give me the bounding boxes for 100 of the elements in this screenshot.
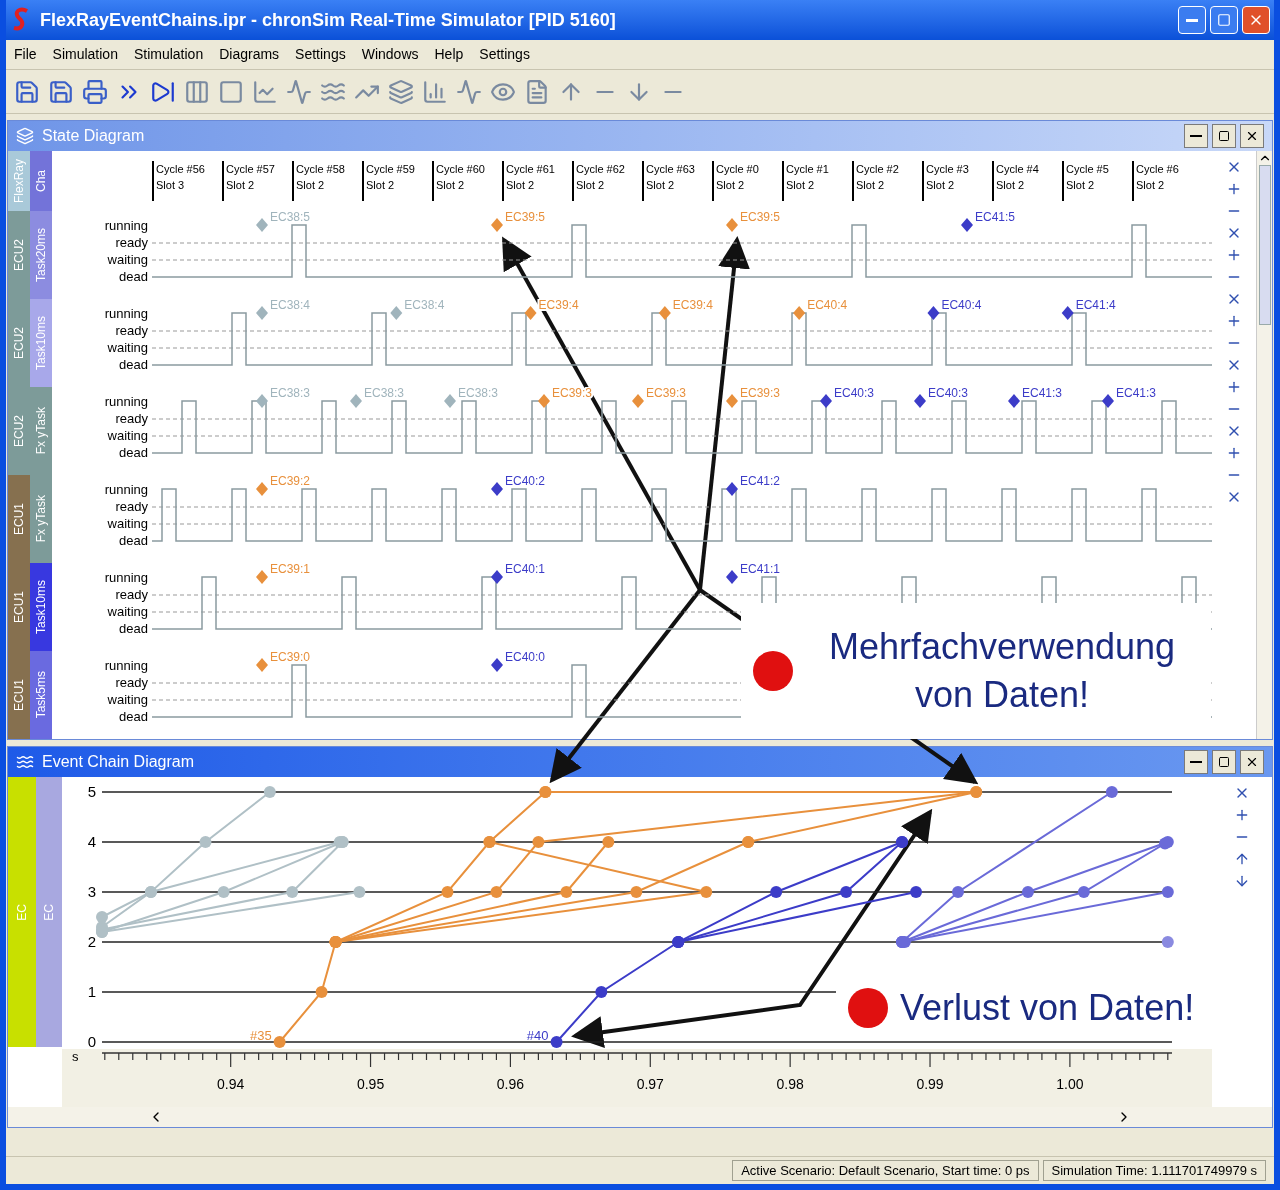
event-label: EC41:4 <box>1075 299 1116 312</box>
event-label: EC39:3 <box>646 387 687 400</box>
state-label: running <box>104 393 148 410</box>
slot-label: Slot 2 <box>926 178 956 193</box>
state-label: ready <box>115 322 148 339</box>
row-label-text: ECU2 <box>11 239 27 271</box>
state-label: dead <box>119 356 148 373</box>
chain-start-label: #40 <box>526 1028 549 1043</box>
cycle-label: Cycle #57 <box>226 162 276 177</box>
event-label: EC39:5 <box>740 211 781 224</box>
state-label: ready <box>115 410 148 427</box>
state-label: dead <box>119 620 148 637</box>
state-label: ready <box>115 498 148 515</box>
event-label: EC38:4 <box>270 299 311 312</box>
event-label: EC40:3 <box>834 387 875 400</box>
event-label: EC39:1 <box>270 563 311 576</box>
status-field: Simulation Time: 1.111701749979 s <box>1042 1159 1266 1182</box>
state-label: waiting <box>107 339 148 356</box>
slot-label: Slot 2 <box>366 178 396 193</box>
row-label-text: Task5ms <box>33 671 49 719</box>
event-label: EC40:3 <box>928 387 969 400</box>
cycle-label: Cycle #0 <box>716 162 760 177</box>
event-label: EC40:4 <box>807 299 848 312</box>
state-label: dead <box>119 268 148 285</box>
window-title: FlexRayEventChains.ipr - chronSim Real-Time Simulator [PID 5160] <box>40 8 616 32</box>
cycle-label: Cycle #4 <box>996 162 1040 177</box>
slot-label: Slot 3 <box>156 178 186 193</box>
state-label: waiting <box>107 515 148 532</box>
slot-label: Slot 2 <box>1136 178 1166 193</box>
state-label: ready <box>115 234 148 251</box>
frame-title: State Diagram <box>42 126 145 146</box>
y-tick-label: 4 <box>87 833 96 850</box>
event-label: EC41:3 <box>1116 387 1157 400</box>
event-label: EC39:5 <box>505 211 546 224</box>
x-tick-label: 0.94 <box>217 1076 245 1092</box>
row-label-text: ECU2 <box>11 327 27 359</box>
chain-start-label: #35 <box>249 1028 272 1043</box>
state-label: dead <box>119 532 148 549</box>
event-label: EC39:2 <box>270 475 311 488</box>
state-label: waiting <box>107 603 148 620</box>
event-label: EC40:4 <box>941 299 982 312</box>
y-tick-label: 3 <box>87 883 96 900</box>
cycle-label: Cycle #58 <box>296 162 346 177</box>
row-label-text: FlexRay <box>11 159 27 203</box>
cycle-label: Cycle #59 <box>366 162 416 177</box>
callout-text: Verlust von Daten! <box>900 986 1195 1030</box>
event-label: EC38:3 <box>364 387 405 400</box>
cycle-label: Cycle #60 <box>436 162 486 177</box>
event-label: EC41:1 <box>740 563 781 576</box>
state-label: waiting <box>107 691 148 708</box>
y-tick-label: 2 <box>87 933 96 950</box>
state-label: running <box>104 657 148 674</box>
frame-title: Event Chain Diagram <box>42 752 195 772</box>
state-label: running <box>104 569 148 586</box>
event-label: EC41:5 <box>975 211 1016 224</box>
state-label: dead <box>119 708 148 725</box>
event-label: EC38:3 <box>270 387 311 400</box>
row-label-text: ECU2 <box>11 415 27 447</box>
event-label: EC40:1 <box>505 563 546 576</box>
state-label: ready <box>115 586 148 603</box>
row-label-text: ECU1 <box>11 591 27 623</box>
row-label-text: Task10ms <box>33 316 49 370</box>
cycle-label: Cycle #1 <box>786 162 830 177</box>
x-tick-label: 0.95 <box>356 1076 385 1092</box>
event-label: EC38:3 <box>458 387 499 400</box>
slot-label: Slot 2 <box>786 178 816 193</box>
x-tick-label: 1.00 <box>1056 1076 1084 1092</box>
slot-label: Slot 2 <box>296 178 326 193</box>
row-label-text: Task10ms <box>33 580 49 634</box>
state-label: dead <box>119 444 148 461</box>
x-tick-label: 0.96 <box>496 1076 525 1092</box>
event-label: EC39:0 <box>270 651 311 664</box>
x-tick-label: 0.98 <box>776 1076 804 1092</box>
row-label-text: Cha <box>33 170 49 192</box>
event-label: EC41:3 <box>1022 387 1063 400</box>
event-label: EC38:4 <box>404 299 445 312</box>
slot-label: Slot 2 <box>996 178 1026 193</box>
event-label: EC39:4 <box>672 299 713 312</box>
slot-label: Slot 2 <box>856 178 886 193</box>
slot-label: Slot 2 <box>226 178 256 193</box>
y-tick-label: 1 <box>87 983 96 1000</box>
callout-text: Mehrfachverwendung von Daten! <box>827 625 1177 717</box>
cycle-label: Cycle #3 <box>926 162 970 177</box>
row-label-text: ECU1 <box>11 679 27 711</box>
x-axis-unit: s <box>72 1049 79 1064</box>
event-label: EC39:3 <box>740 387 781 400</box>
slot-label: Slot 2 <box>506 178 536 193</box>
x-tick-label: 0.99 <box>916 1076 944 1092</box>
event-label: EC41:2 <box>740 475 781 488</box>
event-label: EC40:0 <box>505 651 546 664</box>
row-label-text: ECU1 <box>11 503 27 535</box>
slot-label: Slot 2 <box>716 178 746 193</box>
x-tick-label: 0.97 <box>636 1076 664 1092</box>
row-label-text: EC <box>14 903 30 921</box>
status-field: Active Scenario: Default Scenario, Start time: 0 ps <box>732 1159 1039 1182</box>
row-label-text: Task20ms <box>33 228 49 282</box>
slot-label: Slot 2 <box>576 178 606 193</box>
row-label-text: EC <box>41 903 57 921</box>
cycle-label: Cycle #5 <box>1066 162 1110 177</box>
row-label-text: Fx yTask <box>33 495 49 543</box>
